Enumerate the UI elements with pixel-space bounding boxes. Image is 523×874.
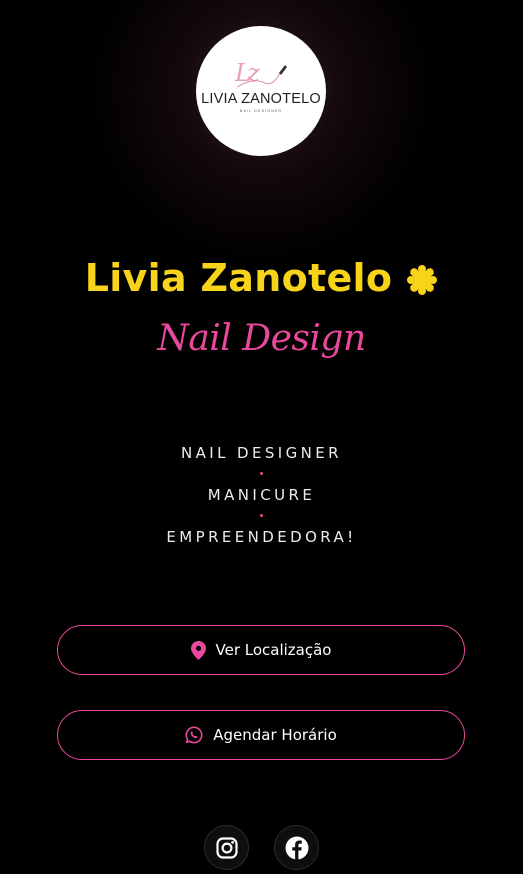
logo-name: LIVIA ZANOTELO: [201, 91, 321, 107]
schedule-button[interactable]: Agendar Horário: [57, 710, 465, 760]
profile-name: Livia Zanotelo: [84, 256, 393, 300]
location-button[interactable]: Ver Localização: [57, 625, 465, 675]
map-pin-icon: [190, 640, 206, 660]
instagram-link[interactable]: [204, 825, 249, 870]
instagram-icon: [215, 836, 238, 859]
logo: Lz LIVIA ZANOTELO NAIL DESIGNER: [196, 26, 326, 156]
profile-header: Livia Zanotelo: [0, 256, 523, 300]
location-button-label: Ver Localização: [215, 641, 332, 659]
social-links: [0, 825, 523, 870]
facebook-icon: [285, 836, 308, 859]
logo-monogram: Lz: [231, 59, 291, 91]
role-separator: [260, 472, 263, 475]
verified-badge-icon: [407, 265, 438, 295]
schedule-button-label: Agendar Horário: [213, 726, 337, 744]
role-item: MANICURE: [207, 486, 316, 504]
role-item: EMPREENDEDORA!: [166, 528, 357, 546]
whatsapp-icon: [185, 726, 203, 744]
facebook-link[interactable]: [274, 825, 319, 870]
role-separator: [260, 514, 263, 517]
role-item: NAIL DESIGNER: [181, 444, 342, 462]
profile-subtitle: Nail Design: [157, 318, 366, 359]
roles-list: NAIL DESIGNER MANICURE EMPREENDEDORA!: [0, 442, 523, 548]
logo-pen-icon: [236, 65, 287, 88]
logo-tagline: NAIL DESIGNER: [239, 109, 283, 113]
